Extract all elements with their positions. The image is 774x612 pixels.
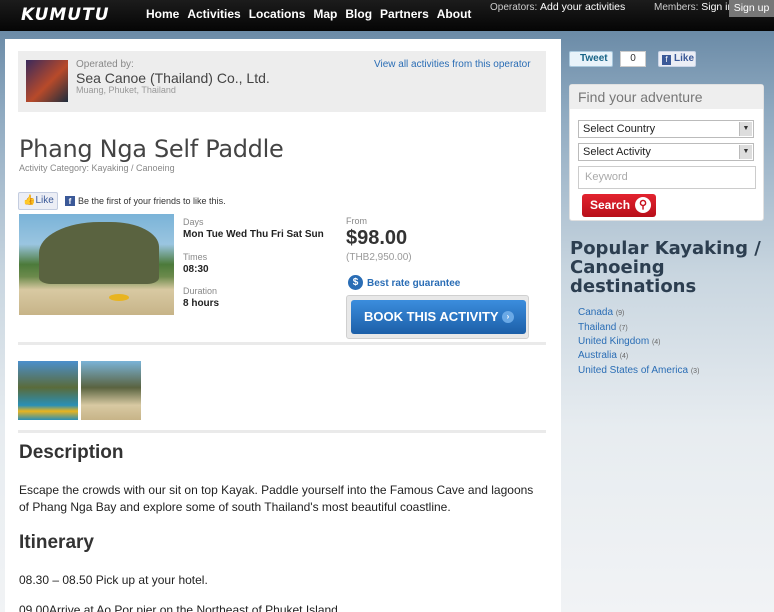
nav-blog[interactable]: Blog (345, 7, 372, 21)
top-navbar: KUMUTU Home Activities Locations Map Blo… (0, 0, 774, 31)
nav-locations[interactable]: Locations (249, 7, 306, 21)
fb-like-label: Like (674, 53, 695, 64)
search-widget: Find your adventure Select Country ▼ Sel… (569, 84, 764, 221)
nav-partners[interactable]: Partners (380, 7, 429, 21)
sign-up-button[interactable]: Sign up (729, 0, 774, 17)
fb-like-small-button[interactable]: f Like (658, 51, 696, 67)
book-activity-button[interactable]: BOOK THIS ACTIVITY › (351, 300, 526, 334)
activity-main-photo[interactable] (19, 214, 174, 315)
destination-link[interactable]: Thailand (7) (578, 322, 628, 333)
times-value: 08:30 (183, 264, 209, 275)
search-button-label: Search (590, 198, 631, 212)
duration-label: Duration (183, 286, 218, 296)
tweet-count: 0 (620, 51, 646, 67)
price: $98.00 (346, 227, 408, 249)
kumutu-logo[interactable]: KUMUTU (21, 5, 110, 25)
operator-name: Sea Canoe (Thailand) Co., Ltd. (76, 70, 270, 86)
description-heading: Description (19, 442, 124, 463)
price-local: (THB2,950.00) (346, 252, 412, 263)
sidebar: Tweet 0 f Like Find your adventure Select… (565, 39, 774, 612)
facebook-icon: f (662, 55, 671, 65)
operator-box: Operated by: Sea Canoe (Thailand) Co., L… (18, 51, 546, 112)
itinerary-line: 09.00Arrive at Ao Por pier on the Northe… (19, 603, 338, 612)
dropdown-arrow-icon: ▼ (739, 145, 752, 159)
members-label: Members: (654, 2, 699, 13)
fb-like-button[interactable]: 👍Like (18, 192, 58, 210)
nav-activities[interactable]: Activities (187, 7, 240, 21)
destination-link[interactable]: United States of America (3) (578, 365, 699, 376)
photo-thumbnail-1[interactable] (18, 361, 78, 420)
dropdown-arrow-icon: ▼ (739, 122, 752, 136)
destination-link[interactable]: Canada (9) (578, 307, 624, 318)
itinerary-heading: Itinerary (19, 532, 94, 553)
times-label: Times (183, 252, 208, 262)
nav-about[interactable]: About (437, 7, 472, 21)
description-text: Escape the crowds with our sit on top Ka… (19, 483, 534, 514)
main-content: Operated by: Sea Canoe (Thailand) Co., L… (5, 39, 561, 612)
main-nav: Home Activities Locations Map Blog Partn… (146, 7, 479, 21)
activity-title: Phang Nga Self Paddle (19, 135, 284, 163)
select-activity-dropdown[interactable]: Select Activity ▼ (578, 143, 754, 161)
book-button-frame: BOOK THIS ACTIVITY › (346, 295, 529, 339)
itinerary-line: 08.30 – 08.50 Pick up at your hotel. (19, 573, 208, 587)
nav-map[interactable]: Map (313, 7, 337, 21)
select-activity-value: Select Activity (583, 146, 651, 158)
search-icon: ⚲ (635, 197, 651, 213)
popular-destinations-heading: Popular Kayaking / Canoeing destinations (570, 238, 761, 297)
destination-link[interactable]: United Kingdom (4) (578, 336, 661, 347)
dollar-icon: $ (348, 275, 363, 290)
arrow-right-icon: › (502, 311, 514, 323)
operator-thumbnail[interactable] (26, 60, 68, 102)
operator-location: Muang, Phuket, Thailand (76, 85, 176, 95)
select-country-value: Select Country (583, 123, 656, 135)
search-title: Find your adventure (570, 85, 763, 109)
select-country-dropdown[interactable]: Select Country ▼ (578, 120, 754, 138)
nav-home[interactable]: Home (146, 7, 179, 21)
view-all-activities-link[interactable]: View all activities from this operator (374, 59, 531, 70)
members-area: Members: Sign in (654, 1, 733, 13)
operators-area: Operators: Add your activities (490, 1, 625, 13)
operators-label: Operators: (490, 2, 538, 13)
divider (18, 342, 546, 345)
keyword-input[interactable]: Keyword (578, 166, 756, 189)
like-label: Like (35, 195, 54, 206)
facebook-icon: f (65, 196, 75, 206)
from-label: From (346, 216, 367, 226)
fb-friends-text: Be the first of your friends to like thi… (78, 196, 226, 206)
thumbs-up-icon: 👍 (23, 195, 36, 206)
add-activities-link[interactable]: Add your activities (540, 1, 625, 13)
photo-thumbnail-2[interactable] (81, 361, 141, 420)
book-button-label: BOOK THIS ACTIVITY (364, 309, 499, 324)
days-label: Days (183, 217, 204, 227)
destination-link[interactable]: Australia (4) (578, 350, 628, 361)
days-value: Mon Tue Wed Thu Fri Sat Sun (183, 229, 324, 240)
duration-value: 8 hours (183, 298, 220, 309)
operated-by-label: Operated by: (76, 59, 134, 70)
divider (18, 430, 546, 433)
best-rate-link[interactable]: Best rate guarantee (367, 278, 460, 289)
activity-category: Activity Category: Kayaking / Canoeing (19, 163, 175, 173)
tweet-button[interactable]: Tweet (569, 51, 613, 67)
search-button[interactable]: Search ⚲ (582, 194, 656, 217)
